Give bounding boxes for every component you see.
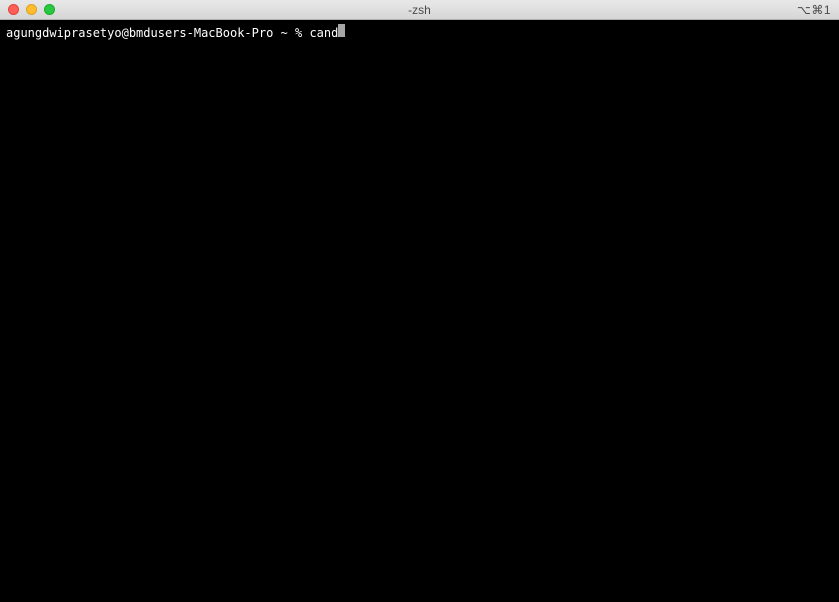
text-cursor xyxy=(338,24,345,37)
window-shortcut-indicator: ⌥⌘1 xyxy=(797,3,831,17)
terminal-prompt-line: agungdwiprasetyo@bmdusers-MacBook-Pro ~ … xyxy=(6,24,833,42)
window-title: -zsh xyxy=(408,3,431,17)
shell-prompt: agungdwiprasetyo@bmdusers-MacBook-Pro ~ … xyxy=(6,25,309,42)
maximize-window-button[interactable] xyxy=(44,4,55,15)
command-input[interactable]: cand xyxy=(309,25,338,42)
minimize-window-button[interactable] xyxy=(26,4,37,15)
close-window-button[interactable] xyxy=(8,4,19,15)
traffic-lights xyxy=(8,4,55,15)
terminal-content-area[interactable]: agungdwiprasetyo@bmdusers-MacBook-Pro ~ … xyxy=(0,20,839,602)
window-title-bar: -zsh ⌥⌘1 xyxy=(0,0,839,20)
